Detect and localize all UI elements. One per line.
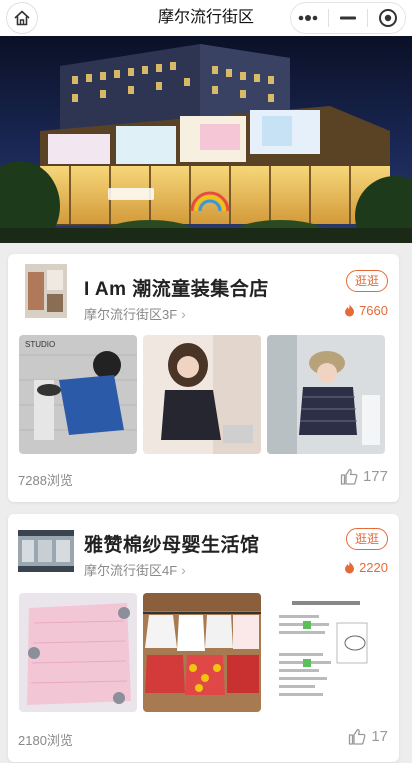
- mall-banner-image[interactable]: [0, 36, 412, 243]
- close-circle-icon: [378, 9, 397, 27]
- like-count: 177: [362, 468, 388, 485]
- view-count: 7288浏览: [18, 473, 73, 488]
- flame-icon: [345, 561, 355, 574]
- store-card[interactable]: 雅赞棉纱母婴生活馆 摩尔流行街区4F › 逛逛 2220 2180浏览 17: [8, 514, 399, 762]
- store-location-label: 摩尔流行街区4F: [84, 563, 178, 578]
- store-photo-2[interactable]: [143, 335, 261, 454]
- view-count: 2180浏览: [18, 733, 73, 748]
- visit-button[interactable]: 逛逛: [346, 270, 388, 292]
- photo-studio-label: STUDIO: [25, 340, 55, 349]
- store-photo-2[interactable]: [143, 593, 261, 712]
- store-name: I Am 潮流童装集合店: [84, 279, 269, 300]
- minimize-icon: [339, 16, 356, 20]
- more-button[interactable]: [293, 4, 323, 32]
- store-photo-3[interactable]: [267, 335, 385, 454]
- popularity-counter: 2220: [344, 560, 388, 575]
- mall-building-illustration: [0, 36, 412, 243]
- store-name: 雅赞棉纱母婴生活馆: [84, 535, 260, 556]
- store-photo-1[interactable]: [19, 593, 137, 712]
- store-photo-1[interactable]: STUDIO: [19, 335, 137, 454]
- visit-button[interactable]: 逛逛: [346, 528, 388, 550]
- chevron-right-icon: ›: [181, 306, 186, 322]
- minimize-button[interactable]: [333, 4, 363, 32]
- capsule-divider: [367, 9, 369, 27]
- chevron-right-icon: ›: [181, 562, 186, 578]
- like-button[interactable]: 177: [340, 468, 388, 485]
- like-button[interactable]: 17: [348, 728, 388, 745]
- navigation-bar: 摩尔流行街区: [0, 0, 412, 36]
- store-logo-thumbnail: [18, 530, 74, 572]
- popularity-count: 7660: [359, 303, 388, 318]
- store-location-label: 摩尔流行街区3F: [84, 307, 178, 322]
- thumbs-up-icon: [349, 728, 366, 745]
- like-count: 17: [371, 728, 388, 745]
- close-button[interactable]: [373, 4, 403, 32]
- store-location[interactable]: 摩尔流行街区4F ›: [84, 560, 186, 579]
- store-photo-3[interactable]: [267, 593, 385, 712]
- capsule-divider: [327, 9, 329, 27]
- more-dots-icon: [298, 15, 318, 21]
- store-card[interactable]: I Am 潮流童装集合店 摩尔流行街区3F › 逛逛 7660 STUDIO 7…: [8, 254, 399, 502]
- thumbs-up-icon: [340, 468, 358, 485]
- flame-icon: [345, 304, 355, 317]
- popularity-counter: 7660: [344, 303, 388, 318]
- popularity-count: 2220: [359, 560, 388, 575]
- store-logo-thumbnail: [25, 264, 67, 318]
- mini-program-capsule: [290, 2, 406, 34]
- store-location[interactable]: 摩尔流行街区3F ›: [84, 304, 186, 323]
